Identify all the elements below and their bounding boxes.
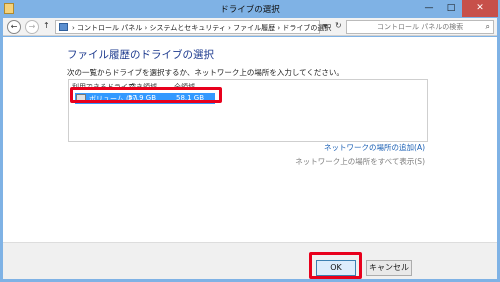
minimize-button[interactable]: — <box>418 0 440 17</box>
search-input[interactable] <box>347 21 477 33</box>
show-all-network-locations-link[interactable]: ネットワーク上の場所をすべて表示(S) <box>295 156 425 167</box>
drive-highlight-box <box>70 87 222 103</box>
close-button[interactable]: ✕ <box>462 0 498 17</box>
up-button[interactable]: ↑ <box>43 21 50 30</box>
control-panel-icon <box>59 23 68 31</box>
instruction-text: 次の一覧からドライブを選択するか、ネットワーク上の場所を入力してください。 <box>67 68 344 77</box>
page-title: ファイル履歴のドライブの選択 <box>67 49 214 61</box>
dialog-window: ドライブの選択 — □ ✕ ← → ↑ › コントロール パネル › システムと… <box>0 0 500 282</box>
search-icon[interactable]: ⌕ <box>486 22 490 32</box>
ok-highlight-box <box>309 252 362 279</box>
breadcrumb-path[interactable]: › コントロール パネル › システムとセキュリティ › ファイル履歴 › ドラ… <box>72 23 331 33</box>
breadcrumb[interactable]: › コントロール パネル › システムとセキュリティ › ファイル履歴 › ドラ… <box>55 20 331 34</box>
cancel-button[interactable]: キャンセル <box>366 260 412 276</box>
forward-button[interactable]: → <box>25 20 39 34</box>
dialog-footer: OK キャンセル <box>3 242 497 279</box>
back-button[interactable]: ← <box>7 20 21 34</box>
maximize-button[interactable]: □ <box>440 0 462 17</box>
add-network-location-link[interactable]: ネットワークの場所の追加(A) <box>324 142 425 153</box>
navigation-bar: ← → ↑ › コントロール パネル › システムとセキュリティ › ファイル履… <box>3 18 497 36</box>
chevron-down-icon[interactable]: ▼ <box>323 23 328 30</box>
refresh-icon[interactable]: ↻ <box>335 21 342 30</box>
search-box[interactable]: ⌕ <box>346 20 494 34</box>
main-content: ファイル履歴のドライブの選択 次の一覧からドライブを選択するか、ネットワーク上の… <box>3 37 497 242</box>
title-bar[interactable]: ドライブの選択 — □ ✕ <box>0 0 500 18</box>
